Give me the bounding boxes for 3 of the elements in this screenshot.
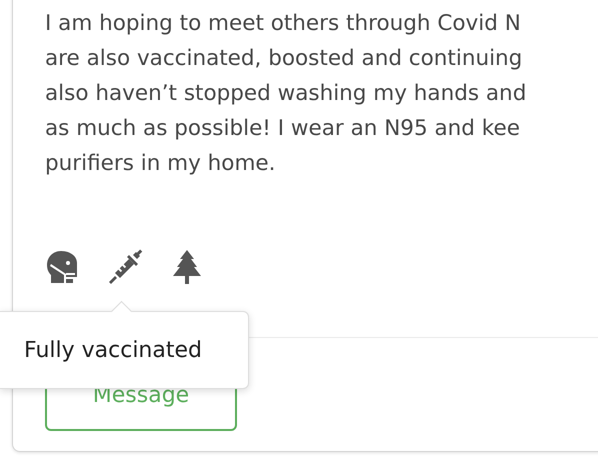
syringe-icon: [107, 249, 143, 285]
post-text: I am hoping to meet others through Covid N are also vaccinated, boosted and continuing also haven’t stopped washing my hands and as much as possible! I wear an N95 and kee purifiers in my home.: [45, 10, 528, 178]
tooltip: Fully vaccinated: [0, 311, 249, 389]
